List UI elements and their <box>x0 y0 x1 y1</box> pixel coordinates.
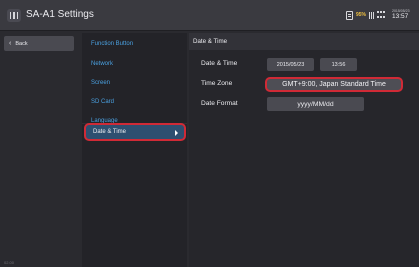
menu-item-label: Screen <box>91 79 111 86</box>
menu-item-label: Date & Time <box>93 129 127 135</box>
sd-card-icon <box>346 10 353 20</box>
settings-menu: Function Button Network Screen SD Card L… <box>82 33 187 267</box>
date-value: 2015/05/23 <box>276 61 305 68</box>
panel-title: Date & Time <box>193 38 228 45</box>
battery-percent: 95% <box>356 12 367 18</box>
menu-item-sd-card[interactable]: SD Card <box>82 93 187 110</box>
chevron-left-icon: ‹ <box>9 40 12 47</box>
time-value: 13:56 <box>331 61 346 68</box>
menu-item-function-button[interactable]: Function Button <box>82 35 187 52</box>
top-bar: SA-A1 Settings 95% 2015/05/23 13:57 <box>0 0 419 31</box>
time-zone-value: GMT+9:00, Japan Standard Time <box>282 81 386 88</box>
menu-item-network[interactable]: Network <box>82 55 187 72</box>
date-time-panel: Date & Time Date & Time 2015/05/23 13:56… <box>189 33 419 267</box>
time-field[interactable]: 13:56 <box>320 58 357 71</box>
menu-item-label: Function Button <box>91 40 134 47</box>
settings-screen: SA-A1 Settings 95% 2015/05/23 13:57 ‹ Ba… <box>0 0 419 267</box>
app-title: SA-A1 Settings <box>26 9 94 20</box>
date-field[interactable]: 2015/05/23 <box>267 58 314 71</box>
menu-icon[interactable] <box>7 9 21 22</box>
menu-item-label: Network <box>91 60 114 67</box>
version-label: 02.00 <box>4 260 15 265</box>
back-label: Back <box>15 40 28 47</box>
status-area: 95% 2015/05/23 13:57 <box>346 8 419 22</box>
chevron-right-icon <box>175 130 178 136</box>
date-format-field[interactable]: yyyy/MM/dd <box>267 97 364 111</box>
time-zone-label: Time Zone <box>201 80 233 87</box>
status-time: 13:57 <box>392 12 409 20</box>
date-time-label: Date & Time <box>201 60 238 67</box>
menu-item-screen[interactable]: Screen <box>82 74 187 91</box>
date-format-value: yyyy/MM/dd <box>297 100 334 108</box>
panel-header: Date & Time <box>189 33 419 50</box>
time-zone-field[interactable]: GMT+9:00, Japan Standard Time <box>265 77 403 92</box>
date-format-label: Date Format <box>201 100 238 107</box>
status-clock: 2015/05/23 13:57 <box>392 9 410 20</box>
signal-bars-icon <box>369 11 375 19</box>
back-button[interactable]: ‹ Back <box>4 36 74 51</box>
dots-grid-icon <box>377 11 387 19</box>
menu-item-date-time[interactable]: Date & Time <box>84 123 186 141</box>
menu-item-label: SD Card <box>91 98 115 105</box>
